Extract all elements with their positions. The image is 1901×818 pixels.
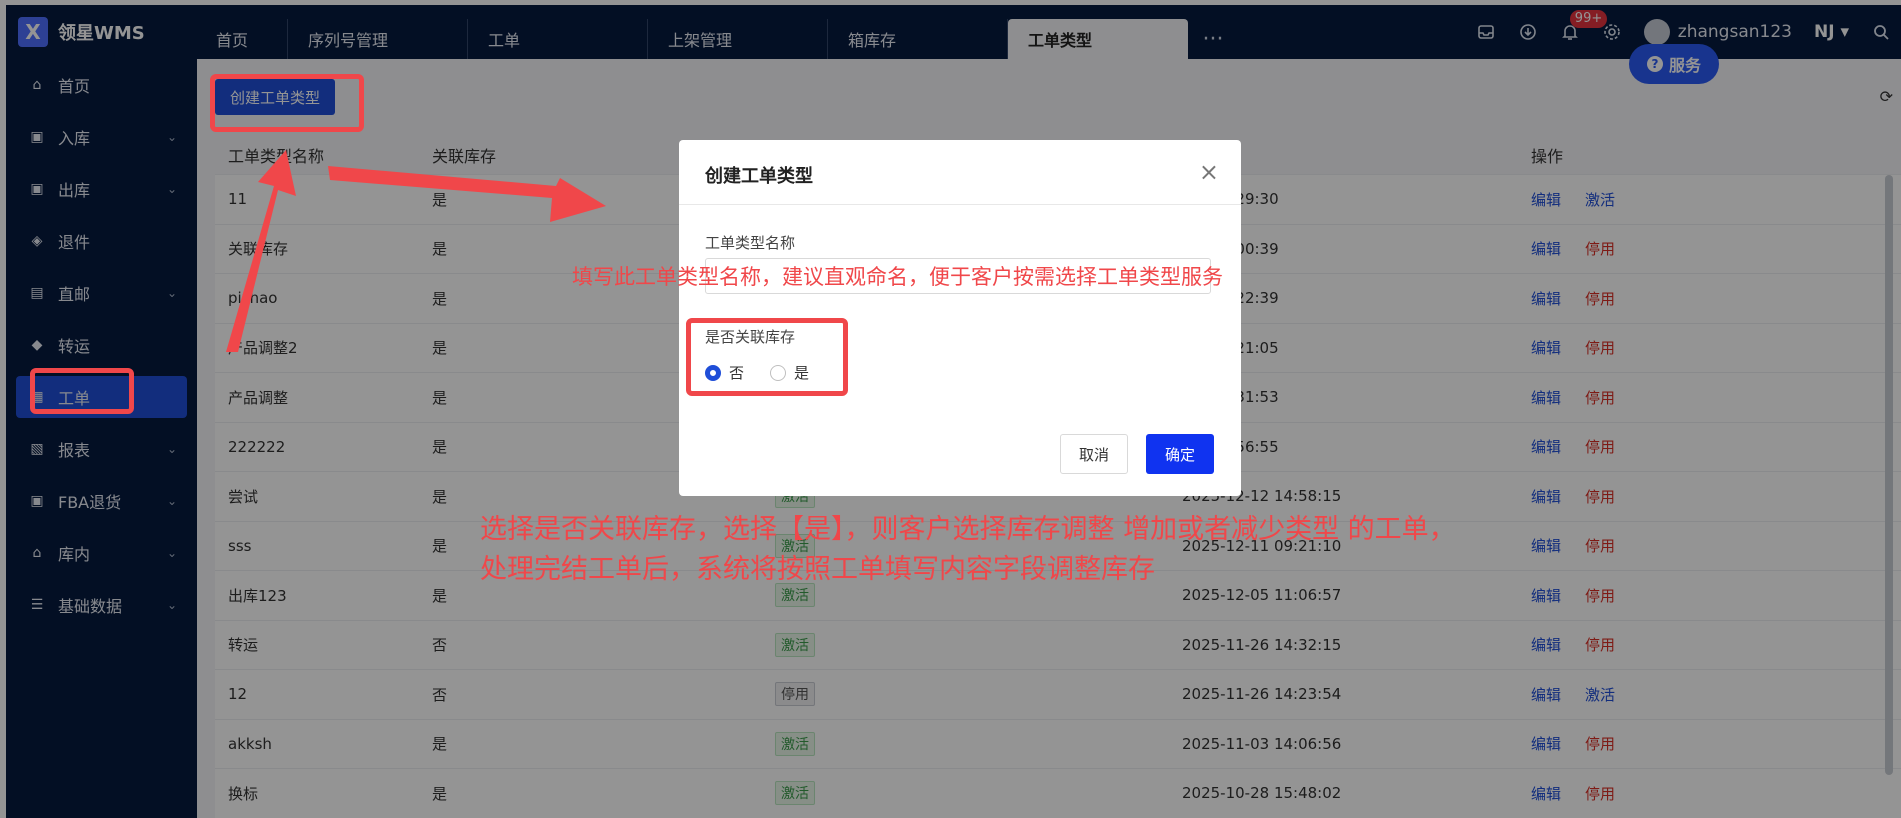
annotation-note-assoc-line2: 处理完结工单后，系统将按照工单填写内容字段调整库存 (480, 554, 1155, 585)
annotation-note-name: 填写此工单类型名称，建议直观命名，便于客户按需选择工单类型服务 (572, 265, 1223, 289)
annotation-box-create-button (210, 74, 364, 132)
arrow-up-icon (226, 150, 296, 352)
annotation-box-sidebar-work-order (30, 368, 134, 414)
arrow-right-icon (328, 166, 606, 222)
annotation-box-assoc-radio (686, 318, 848, 396)
annotation-note-assoc-line1: 选择是否关联库存，选择【是】，则客户选择库存调整 增加或者减少类型 的工单， (480, 514, 1456, 545)
